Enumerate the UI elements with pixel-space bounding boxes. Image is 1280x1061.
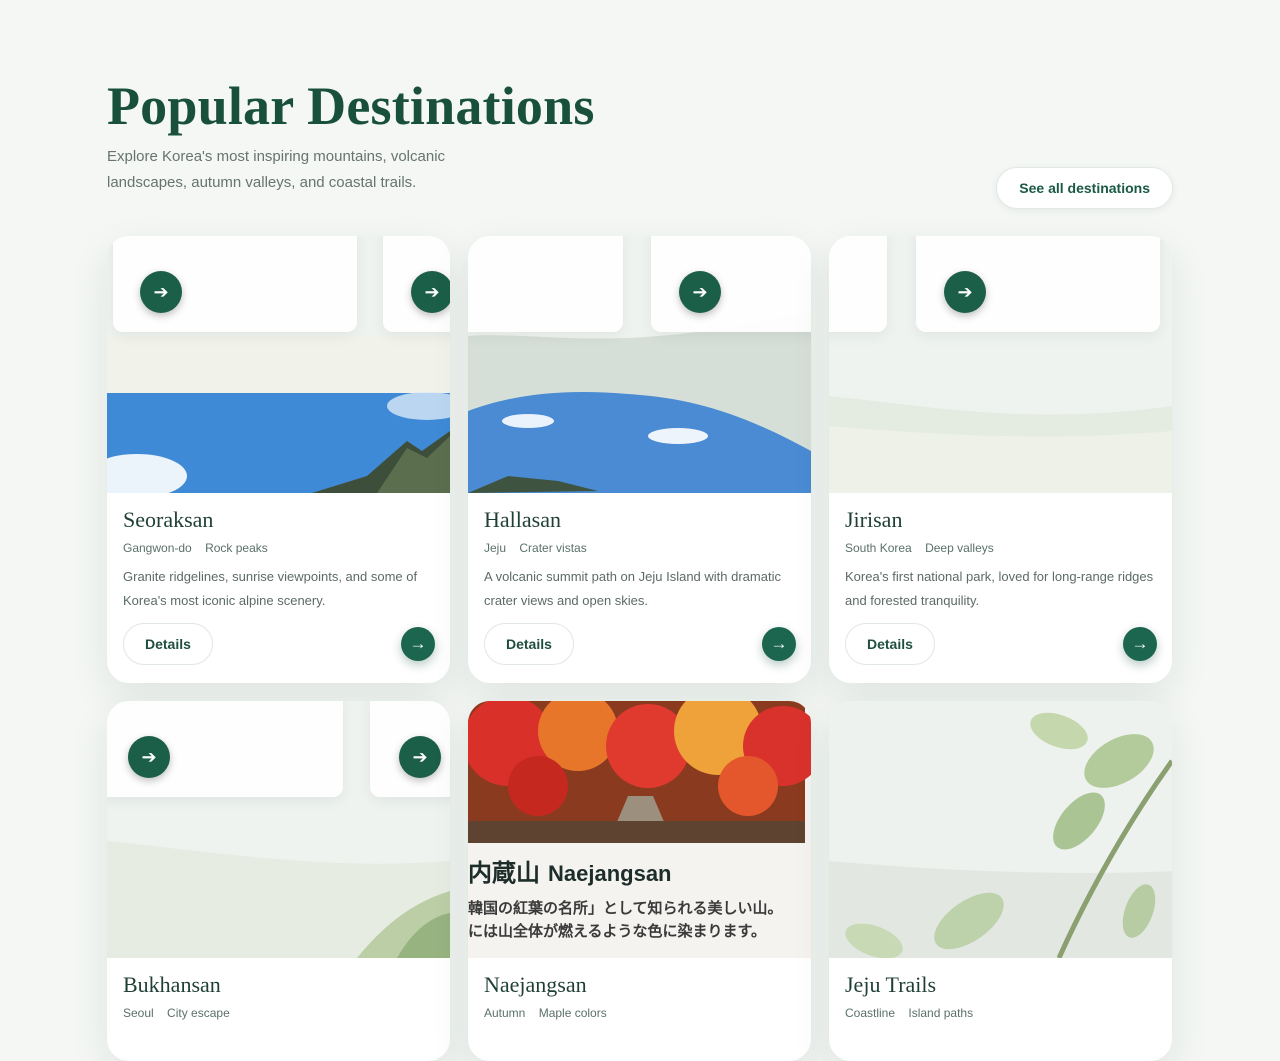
- arrow-right-icon: ➔: [944, 271, 986, 313]
- card-tags: Coastline Island paths: [845, 1006, 1156, 1020]
- destination-card-seoraksan[interactable]: ➔ ➔ Seoraksan Gangwon-do Rock peaks Gran…: [107, 236, 450, 683]
- card-title: Hallasan: [484, 507, 561, 532]
- tag-feature: City escape: [167, 1006, 230, 1020]
- destination-card-jirisan[interactable]: ➔ Jirisan South Korea Deep valleys Korea…: [829, 236, 1172, 683]
- details-button[interactable]: Details: [845, 623, 935, 665]
- card-image: [829, 701, 1172, 958]
- card-image: ➔ ➔: [107, 236, 450, 493]
- arrow-right-icon: ➔: [399, 736, 441, 778]
- card-description: Korea's first national park, loved for l…: [845, 569, 1154, 608]
- card-image: ➔: [829, 236, 1172, 493]
- tag-region: Jeju: [484, 541, 507, 555]
- tag-season: Autumn: [484, 1006, 526, 1020]
- destination-card-bukhansan[interactable]: ➔ ➔ Bukhansan Seoul City escape: [107, 701, 450, 1061]
- arrow-right-icon: ➔: [679, 271, 721, 313]
- card-tags: South Korea Deep valleys: [845, 541, 1156, 555]
- card-tags: Autumn Maple colors: [484, 1006, 795, 1020]
- card-title: Naejangsan: [484, 972, 587, 997]
- card-description: A volcanic summit path on Jeju Island wi…: [484, 569, 781, 608]
- card-title: Seoraksan: [123, 507, 214, 532]
- card-title: Jeju Trails: [845, 972, 937, 997]
- arrow-right-icon: ➔: [411, 271, 450, 313]
- tag-region: Seoul: [123, 1006, 154, 1020]
- arrow-right-icon: ➔: [128, 736, 170, 778]
- poster-text: 韓国の紅葉の名所」として知られる美しい山。 には山全体が燃えるような色に染まりま…: [468, 900, 783, 940]
- tag-feature: Crater vistas: [519, 541, 587, 555]
- destination-card-naejangsan[interactable]: 内蔵山 Naejangsan 韓国の紅葉の名所」として知られる美しい山。 には山全…: [468, 701, 811, 1061]
- card-tags: Gangwon-do Rock peaks: [123, 541, 434, 555]
- card-description: Granite ridgelines, sunrise viewpoints, …: [123, 569, 418, 608]
- tag-feature: Rock peaks: [205, 541, 268, 555]
- arrow-right-icon[interactable]: →: [401, 627, 435, 661]
- card-tags: Jeju Crater vistas: [484, 541, 795, 555]
- tag-feature: Maple colors: [538, 1006, 607, 1020]
- arrow-right-icon[interactable]: →: [1123, 627, 1157, 661]
- section-subtitle: Explore Korea's most inspiring mountains…: [107, 148, 446, 191]
- card-image: ➔: [468, 236, 811, 493]
- card-title: Jirisan: [845, 507, 903, 532]
- arrow-right-icon: ➔: [140, 271, 182, 313]
- details-button[interactable]: Details: [484, 623, 574, 665]
- card-image: 内蔵山 Naejangsan 韓国の紅葉の名所」として知られる美しい山。 には山全…: [468, 701, 811, 958]
- poster-title: 内蔵山 Naejangsan: [468, 860, 672, 887]
- tag-feature: Island paths: [908, 1006, 974, 1020]
- tag-region: Coastline: [845, 1006, 896, 1020]
- card-tags: Seoul City escape: [123, 1006, 434, 1020]
- details-button[interactable]: Details: [123, 623, 213, 665]
- destination-card-jeju-trails[interactable]: Jeju Trails Coastline Island paths: [829, 701, 1172, 1061]
- destination-card-hallasan[interactable]: ➔ Hallasan Jeju Crater vistas A volcanic…: [468, 236, 811, 683]
- tag-feature: Deep valleys: [925, 541, 994, 555]
- card-title: Bukhansan: [123, 972, 221, 997]
- section-header: Popular Destinations Explore Korea's mos…: [107, 74, 1173, 224]
- card-image: ➔ ➔: [107, 701, 450, 958]
- tag-region: South Korea: [845, 541, 912, 555]
- see-all-destinations-button[interactable]: See all destinations: [996, 167, 1173, 209]
- page-title: Popular Destinations: [107, 76, 595, 136]
- arrow-right-icon[interactable]: →: [762, 627, 796, 661]
- tag-region: Gangwon-do: [123, 541, 192, 555]
